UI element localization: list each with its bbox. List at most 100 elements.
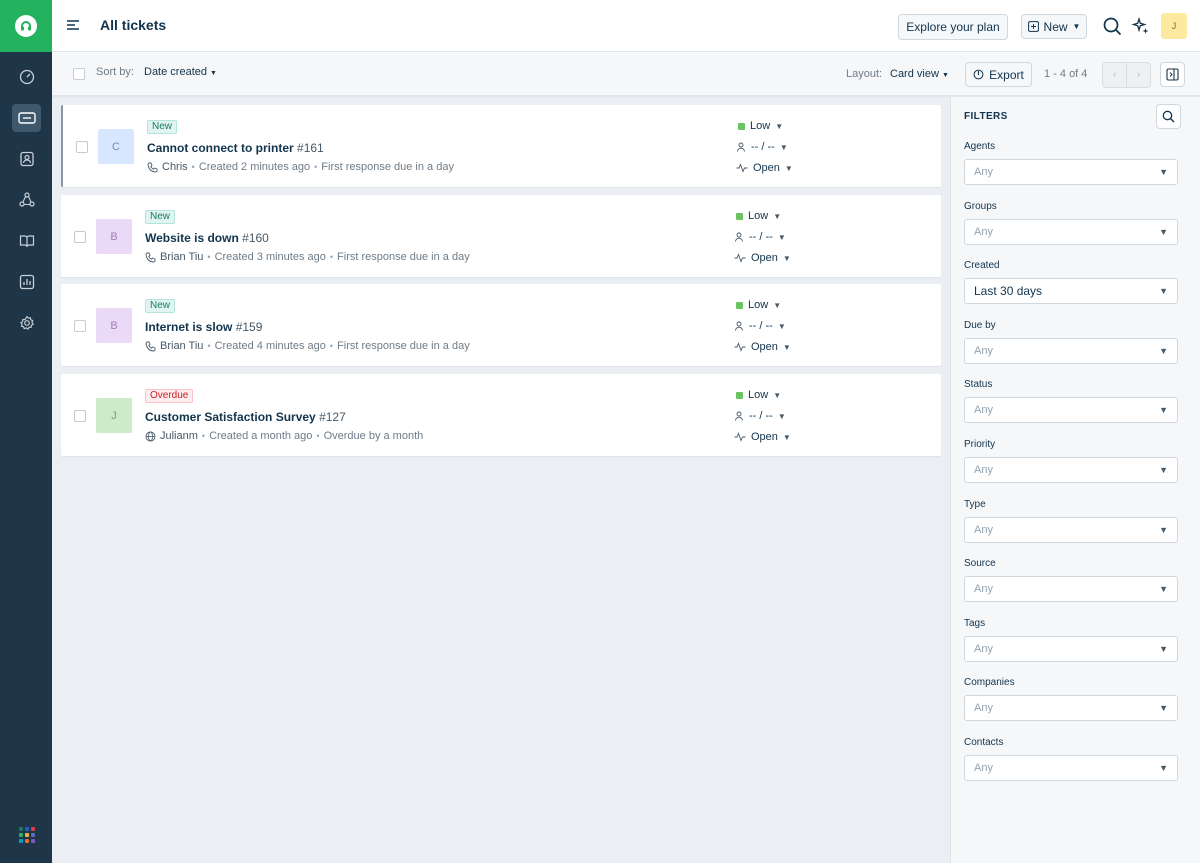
chevron-down-icon: ▼ <box>1159 405 1168 416</box>
requester-name[interactable]: Brian Tiu <box>160 251 203 263</box>
filter-group: Type Any ▼ <box>964 499 1178 543</box>
ticket-subject[interactable]: Customer Satisfaction Survey #127 <box>145 410 346 424</box>
filter-select[interactable]: Any ▼ <box>964 516 1178 543</box>
filter-select[interactable]: Any ▼ <box>964 159 1178 185</box>
ai-assistant-icon[interactable] <box>1131 16 1150 39</box>
assignee-value: -- / -- <box>751 141 775 153</box>
requester-avatar: B <box>96 219 132 254</box>
layout-label: Layout: <box>846 68 883 80</box>
person-icon <box>734 232 744 242</box>
tickets-icon[interactable] <box>12 104 41 132</box>
app-dot <box>25 839 29 843</box>
filter-value: Any <box>974 464 993 476</box>
filter-select[interactable]: Any ▼ <box>964 218 1178 245</box>
priority-dropdown[interactable]: Low ▼ <box>736 120 783 132</box>
chevron-down-icon: ▼ <box>782 342 791 352</box>
assignee-dropdown[interactable]: -- / -- ▼ <box>734 320 786 332</box>
page-title: All tickets <box>100 17 167 33</box>
reports-icon[interactable] <box>12 268 41 296</box>
status-dropdown[interactable]: Open ▼ <box>736 162 793 174</box>
status-badge: New <box>145 299 176 313</box>
requester-name[interactable]: Julianm <box>160 430 198 442</box>
ticket-checkbox[interactable] <box>74 231 86 243</box>
ticket-card[interactable]: B New Internet is slow #159 Brian Tiu • Creat… <box>61 284 941 366</box>
ticket-subject[interactable]: Cannot connect to printer #161 <box>147 141 324 155</box>
priority-low-indicator <box>738 122 745 130</box>
solutions-icon[interactable] <box>12 227 41 255</box>
next-page-button[interactable]: › <box>1126 62 1151 88</box>
apps-grid-icon[interactable] <box>19 827 35 843</box>
sort-dropdown[interactable]: Date created ▼ <box>144 66 217 78</box>
separator-dot: • <box>201 431 206 441</box>
headset-logo-icon <box>15 15 37 37</box>
priority-dropdown[interactable]: Low ▼ <box>734 389 781 401</box>
status-value: Open <box>753 162 780 174</box>
assignee-dropdown[interactable]: -- / -- ▼ <box>734 410 786 422</box>
activity-icon <box>736 163 748 173</box>
filter-select[interactable]: Any ▼ <box>964 397 1178 424</box>
ticket-checkbox[interactable] <box>76 141 88 153</box>
chevron-down-icon: ▼ <box>777 321 786 331</box>
toggle-filter-panel-button[interactable] <box>1160 62 1185 87</box>
filter-group: Tags Any ▼ <box>964 618 1178 662</box>
explore-plan-button[interactable]: Explore your plan <box>898 14 1008 40</box>
requester-name[interactable]: Brian Tiu <box>160 340 203 352</box>
assignee-value: -- / -- <box>749 410 773 422</box>
requester-avatar: J <box>96 398 132 433</box>
separator-dot: • <box>207 252 211 262</box>
status-dropdown[interactable]: Open ▼ <box>734 252 791 264</box>
chevron-down-icon: ▼ <box>1072 22 1081 31</box>
new-button[interactable]: New ▼ <box>1021 14 1087 39</box>
separator-dot: • <box>207 341 211 351</box>
filter-select[interactable]: Any ▼ <box>964 635 1178 662</box>
filter-search-button[interactable] <box>1156 104 1181 129</box>
status-dropdown[interactable]: Open ▼ <box>734 431 791 443</box>
filter-value: Any <box>974 404 993 417</box>
filter-select[interactable]: Any ▼ <box>964 337 1178 364</box>
chevron-down-icon: ▼ <box>779 142 788 152</box>
chevron-down-icon: ▼ <box>773 390 782 400</box>
layout-dropdown[interactable]: Card view ▼ <box>890 68 949 80</box>
ticket-card[interactable]: C New Cannot connect to printer #161 Chris •… <box>61 105 941 187</box>
ticket-subject-text: Customer Satisfaction Survey <box>145 410 316 424</box>
filter-group: Groups Any ▼ <box>964 201 1178 245</box>
ticket-checkbox[interactable] <box>74 320 86 332</box>
contacts-icon[interactable] <box>12 145 41 173</box>
social-icon[interactable] <box>12 186 41 214</box>
filter-value: Any <box>974 583 993 596</box>
chevron-down-icon: ▼ <box>775 121 784 131</box>
dashboard-icon[interactable] <box>12 63 41 91</box>
filter-select[interactable]: Any ▼ <box>964 576 1178 603</box>
separator-dot: • <box>329 341 334 351</box>
filter-select[interactable]: Any ▼ <box>964 457 1178 483</box>
hamburger-menu-icon[interactable] <box>66 18 80 32</box>
chevron-down-icon: ▼ <box>1159 226 1168 237</box>
requester-name[interactable]: Chris <box>162 161 188 173</box>
search-icon[interactable] <box>1103 17 1122 39</box>
previous-page-button[interactable]: ‹ <box>1102 62 1127 88</box>
filter-select[interactable]: Last 30 days ▼ <box>964 278 1178 305</box>
ticket-subject[interactable]: Internet is slow #159 <box>145 320 262 334</box>
ticket-card[interactable]: B New Website is down #160 Brian Tiu • Create… <box>61 195 941 277</box>
filter-label: Priority <box>964 439 996 450</box>
filter-select[interactable]: Any ▼ <box>964 755 1178 781</box>
user-avatar[interactable]: J <box>1161 13 1187 39</box>
export-button[interactable]: Export <box>965 62 1032 87</box>
app-logo[interactable] <box>0 0 52 52</box>
priority-dropdown[interactable]: Low ▼ <box>734 210 781 222</box>
admin-icon[interactable] <box>12 309 41 337</box>
priority-low-indicator <box>736 212 743 220</box>
new-button-label: New <box>1043 19 1068 34</box>
ticket-subject[interactable]: Website is down #160 <box>145 231 269 245</box>
activity-icon <box>734 253 746 263</box>
ticket-checkbox[interactable] <box>74 410 86 422</box>
ticket-card[interactable]: J Overdue Customer Satisfaction Survey #12… <box>61 374 941 456</box>
status-dropdown[interactable]: Open ▼ <box>734 341 791 353</box>
chevron-down-icon: ▼ <box>773 211 782 221</box>
ticket-subject-text: Cannot connect to printer <box>147 141 294 155</box>
assignee-dropdown[interactable]: -- / -- ▼ <box>734 231 786 243</box>
priority-dropdown[interactable]: Low ▼ <box>734 299 781 311</box>
filter-select[interactable]: Any ▼ <box>964 695 1178 722</box>
assignee-dropdown[interactable]: -- / -- ▼ <box>736 141 788 153</box>
select-all-checkbox[interactable] <box>73 68 85 80</box>
